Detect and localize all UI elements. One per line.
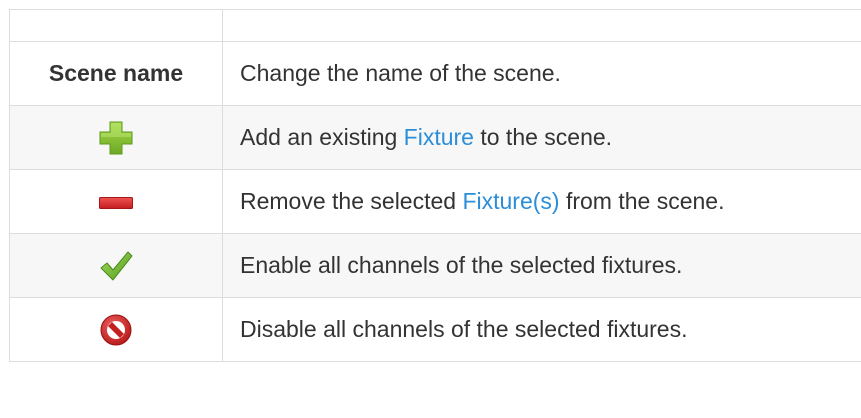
row-icon-cell [9, 169, 223, 234]
row-description-cell: Remove the selected Fixture(s) from the … [222, 169, 861, 234]
disable-channels-description: Disable all channels of the selected fix… [240, 316, 688, 342]
scene-name-description: Change the name of the scene. [240, 60, 561, 86]
remove-fixture-desc-after: from the scene. [559, 188, 725, 214]
row-description-cell: Change the name of the scene. [222, 41, 861, 106]
row-description-cell: Disable all channels of the selected fix… [222, 297, 861, 362]
add-plus-icon [99, 121, 133, 155]
row-label-cell: Scene name [9, 41, 223, 106]
checkmark-icon [99, 249, 133, 283]
add-fixture-desc-after: to the scene. [473, 124, 613, 150]
no-entry-icon [99, 313, 133, 347]
add-fixture-desc-before: Add an existing [240, 124, 404, 150]
remove-fixture-desc-before: Remove the selected [240, 188, 463, 214]
help-table: Scene name Change the name of the scene. [9, 9, 861, 362]
row-icon-cell [9, 297, 223, 362]
row-description-cell: Add an existing Fixture to the scene. [222, 105, 861, 170]
table-row: Remove the selected Fixture(s) from the … [9, 169, 861, 234]
enable-channels-description: Enable all channels of the selected fixt… [240, 252, 683, 278]
header-cell-left [9, 9, 223, 42]
row-icon-cell [9, 105, 223, 170]
table-row: Enable all channels of the selected fixt… [9, 233, 861, 298]
table-header-row [9, 9, 861, 42]
row-icon-cell [9, 233, 223, 298]
remove-minus-icon [99, 196, 133, 209]
row-description-cell: Enable all channels of the selected fixt… [222, 233, 861, 298]
table-row: Add an existing Fixture to the scene. [9, 105, 861, 170]
fixtures-link[interactable]: Fixture(s) [462, 188, 559, 214]
scene-name-label: Scene name [48, 60, 184, 86]
table-row: Disable all channels of the selected fix… [9, 297, 861, 362]
header-cell-right [222, 9, 861, 42]
fixture-link[interactable]: Fixture [404, 124, 474, 150]
table-row: Scene name Change the name of the scene. [9, 41, 861, 106]
